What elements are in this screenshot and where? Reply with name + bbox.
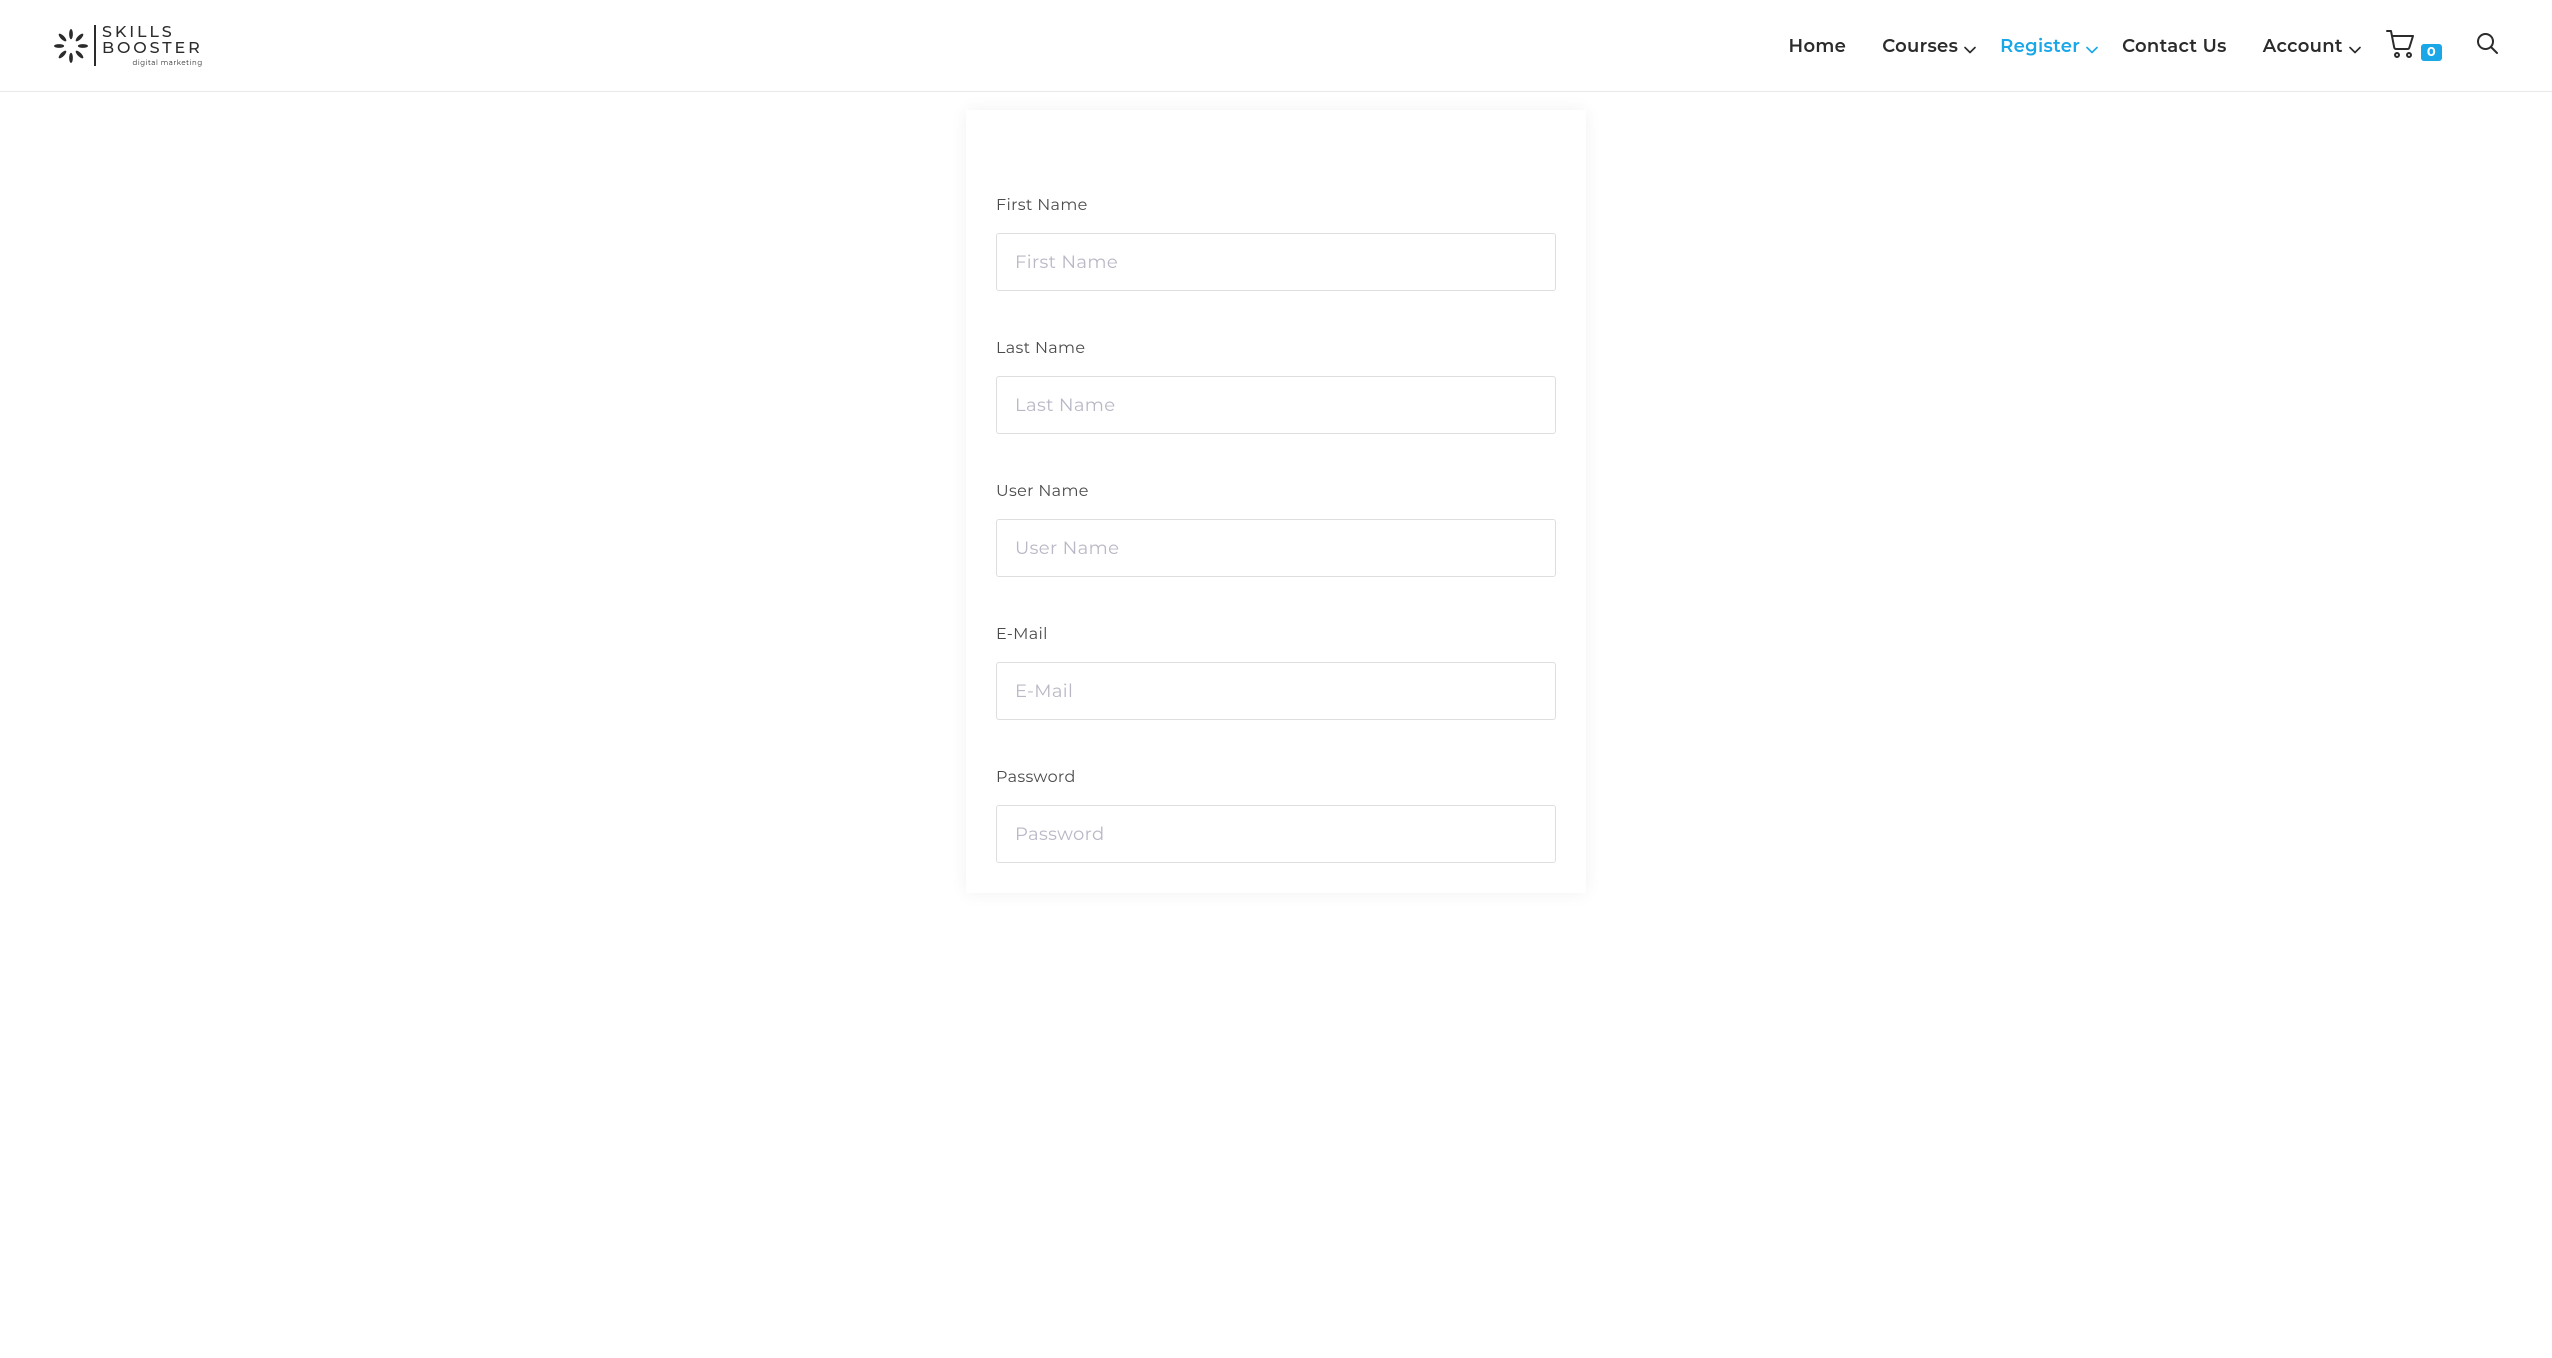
- cart-count-badge: 0: [2421, 44, 2442, 61]
- email-input[interactable]: [996, 662, 1556, 720]
- nav-account[interactable]: Account: [2263, 35, 2349, 57]
- form-group-last-name: Last Name: [996, 339, 1556, 434]
- last-name-label: Last Name: [996, 339, 1556, 358]
- nav-home-label: Home: [1789, 35, 1847, 57]
- nav-courses[interactable]: Courses: [1882, 35, 1964, 57]
- form-group-user-name: User Name: [996, 482, 1556, 577]
- form-group-email: E-Mail: [996, 625, 1556, 720]
- main-nav: Home Courses Register Contact Us Account: [1789, 28, 2498, 63]
- logo-text: SKILLS BOOSTER digital marketing: [94, 25, 203, 66]
- email-label: E-Mail: [996, 625, 1556, 644]
- header-icons: 0: [2385, 28, 2498, 63]
- user-name-input[interactable]: [996, 519, 1556, 577]
- nav-register-label: Register: [2000, 35, 2080, 57]
- form-group-password: Password: [996, 768, 1556, 863]
- cart-button[interactable]: 0: [2385, 28, 2442, 63]
- nav-register[interactable]: Register: [2000, 35, 2086, 57]
- cart-icon: [2385, 28, 2417, 63]
- main-content: First Name Last Name User Name E-Mail Pa…: [0, 92, 2552, 1358]
- logo-tagline: digital marketing: [133, 59, 203, 66]
- logo-line2: BOOSTER: [102, 41, 203, 57]
- form-group-first-name: First Name: [996, 196, 1556, 291]
- search-icon: [2476, 40, 2498, 59]
- user-name-label: User Name: [996, 482, 1556, 501]
- site-header: SKILLS BOOSTER digital marketing Home Co…: [0, 0, 2552, 92]
- password-label: Password: [996, 768, 1556, 787]
- nav-courses-label: Courses: [1882, 35, 1958, 57]
- nav-home[interactable]: Home: [1789, 35, 1847, 57]
- nav-contact[interactable]: Contact Us: [2122, 35, 2227, 57]
- site-logo[interactable]: SKILLS BOOSTER digital marketing: [54, 25, 203, 66]
- nav-contact-label: Contact Us: [2122, 35, 2227, 57]
- first-name-input[interactable]: [996, 233, 1556, 291]
- password-input[interactable]: [996, 805, 1556, 863]
- asterisk-icon: [54, 29, 88, 63]
- last-name-input[interactable]: [996, 376, 1556, 434]
- search-button[interactable]: [2476, 32, 2498, 59]
- first-name-label: First Name: [996, 196, 1556, 215]
- register-form-card: First Name Last Name User Name E-Mail Pa…: [966, 110, 1586, 893]
- nav-account-label: Account: [2263, 35, 2343, 57]
